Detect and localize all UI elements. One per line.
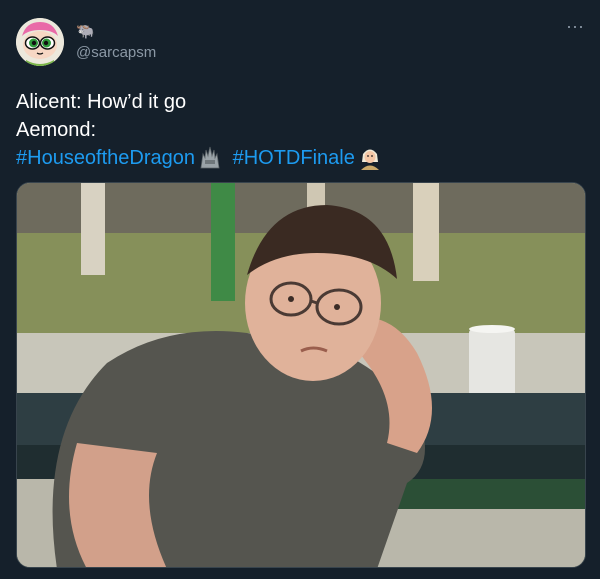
powerpuff-girl-avatar-icon <box>16 18 64 66</box>
tweet-photo[interactable] <box>16 182 586 568</box>
dragon-character-icon <box>360 149 379 170</box>
iron-throne-icon <box>200 146 220 169</box>
hashtag-line: #HouseoftheDragon #HOTDFinale <box>16 144 584 172</box>
hashtag-hotd-finale[interactable]: #HOTDFinale <box>233 147 355 169</box>
tweet-line-1: Alicent: How’d it go <box>16 91 187 113</box>
meme-photo <box>17 183 585 567</box>
tweet-card: 🐃 @sarcapsm ··· Alicent: How’d it go Aem… <box>0 0 600 579</box>
tweet-text: Alicent: How’d it go Aemond: #Houseofthe… <box>16 88 584 172</box>
avatar[interactable] <box>16 18 64 66</box>
tweet-line-2: Aemond: <box>16 119 97 141</box>
display-name[interactable]: 🐃 <box>76 22 95 40</box>
user-handle[interactable]: @sarcapsm <box>76 44 156 61</box>
more-options-button[interactable]: ··· <box>562 17 588 40</box>
hashtag-house-of-the-dragon[interactable]: #HouseoftheDragon <box>16 147 195 169</box>
